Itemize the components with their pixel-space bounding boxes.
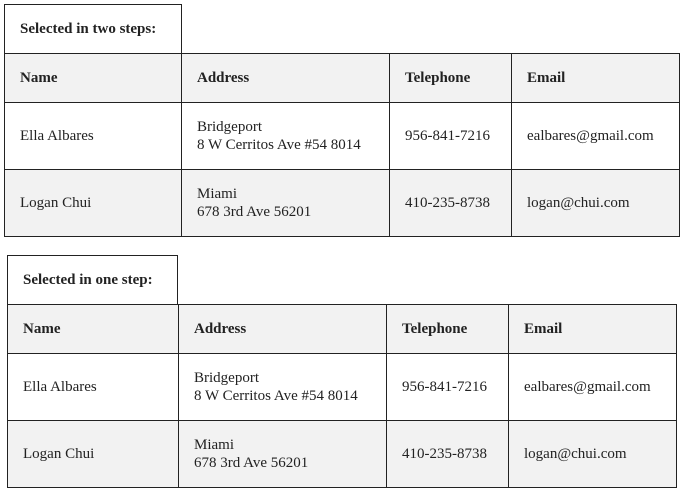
- column-header-address: Address: [178, 304, 387, 354]
- table-row: Logan Chui Miami 678 3rd Ave 56201 410-2…: [7, 420, 677, 488]
- table-header-row: Name Address Telephone Email: [7, 304, 677, 354]
- cell-address: Miami 678 3rd Ave 56201: [181, 169, 390, 237]
- table-row: Logan Chui Miami 678 3rd Ave 56201 410-2…: [4, 169, 680, 237]
- cell-address: Bridgeport 8 W Cerritos Ave #54 8014: [181, 102, 390, 170]
- column-header-address: Address: [181, 53, 390, 103]
- cell-name: Ella Albares: [7, 353, 179, 421]
- address-city: Bridgeport: [197, 119, 262, 135]
- column-header-name: Name: [7, 304, 179, 354]
- address-city: Bridgeport: [194, 370, 259, 386]
- cell-email: ealbares@gmail.com: [508, 353, 677, 421]
- contacts-table-one-step: Name Address Telephone Email Ella Albare…: [7, 304, 677, 488]
- table-header-row: Name Address Telephone Email: [4, 53, 680, 103]
- cell-telephone: 410-235-8738: [389, 169, 512, 237]
- cell-name: Logan Chui: [4, 169, 182, 237]
- contacts-table-two-steps: Name Address Telephone Email Ella Albare…: [4, 53, 680, 237]
- table-caption-one-step: Selected in one step:: [7, 255, 178, 304]
- address-street: 678 3rd Ave 56201: [194, 455, 309, 471]
- table-row: Ella Albares Bridgeport 8 W Cerritos Ave…: [4, 102, 680, 170]
- table-caption-two-steps: Selected in two steps:: [4, 4, 182, 53]
- column-header-email: Email: [511, 53, 680, 103]
- cell-email: logan@chui.com: [508, 420, 677, 488]
- cell-address: Miami 678 3rd Ave 56201: [178, 420, 387, 488]
- column-header-telephone: Telephone: [386, 304, 509, 354]
- address-city: Miami: [197, 186, 237, 202]
- cell-email: ealbares@gmail.com: [511, 102, 680, 170]
- cell-address: Bridgeport 8 W Cerritos Ave #54 8014: [178, 353, 387, 421]
- cell-telephone: 410-235-8738: [386, 420, 509, 488]
- column-header-email: Email: [508, 304, 677, 354]
- cell-telephone: 956-841-7216: [386, 353, 509, 421]
- cell-name: Logan Chui: [7, 420, 179, 488]
- table-row: Ella Albares Bridgeport 8 W Cerritos Ave…: [7, 353, 677, 421]
- address-street: 8 W Cerritos Ave #54 8014: [197, 137, 361, 153]
- cell-name: Ella Albares: [4, 102, 182, 170]
- address-city: Miami: [194, 437, 234, 453]
- cell-telephone: 956-841-7216: [389, 102, 512, 170]
- address-street: 8 W Cerritos Ave #54 8014: [194, 388, 358, 404]
- address-street: 678 3rd Ave 56201: [197, 204, 312, 220]
- cell-email: logan@chui.com: [511, 169, 680, 237]
- column-header-name: Name: [4, 53, 182, 103]
- column-header-telephone: Telephone: [389, 53, 512, 103]
